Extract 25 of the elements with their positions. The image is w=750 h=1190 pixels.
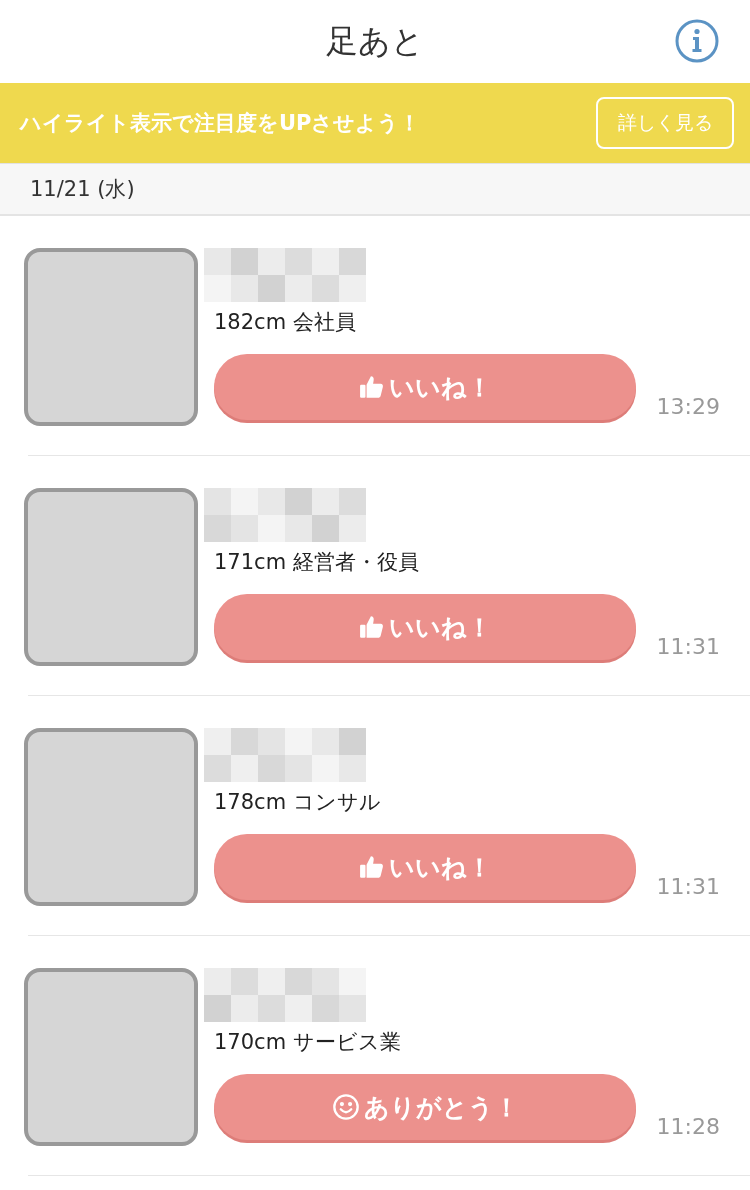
visit-time: 11:28	[656, 1114, 720, 1139]
profile-text: 171cm 経営者・役員	[214, 549, 420, 576]
page-title: 足あと	[326, 20, 424, 62]
like-button[interactable]: いいね！	[214, 594, 636, 660]
info-icon[interactable]	[674, 18, 720, 64]
avatar-placeholder[interactable]	[24, 728, 198, 906]
visit-time: 13:29	[656, 394, 720, 419]
thumbs-up-icon	[358, 854, 385, 880]
thumbs-up-icon	[358, 374, 385, 400]
profile-text: 178cm コンサル	[214, 789, 382, 816]
like-button[interactable]: いいね！	[214, 834, 636, 900]
smile-icon	[331, 1093, 360, 1121]
profile-text: 182cm 会社員	[214, 309, 357, 336]
visit-time: 11:31	[656, 634, 720, 659]
avatar-placeholder[interactable]	[24, 248, 198, 426]
visit-time: 11:31	[656, 874, 720, 899]
date-text: 11/21 (水)	[30, 176, 135, 203]
profile-text: 170cm サービス業	[214, 1029, 402, 1056]
avatar-placeholder[interactable]	[24, 968, 198, 1146]
promo-text: ハイライト表示で注目度をUPさせよう！	[20, 110, 421, 137]
like-button[interactable]: いいね！	[214, 354, 636, 420]
avatar-placeholder[interactable]	[24, 488, 198, 666]
details-button[interactable]: 詳しく見る	[596, 97, 734, 149]
thanks-button[interactable]: ありがとう！	[214, 1074, 636, 1140]
thumbs-up-icon	[358, 614, 385, 640]
